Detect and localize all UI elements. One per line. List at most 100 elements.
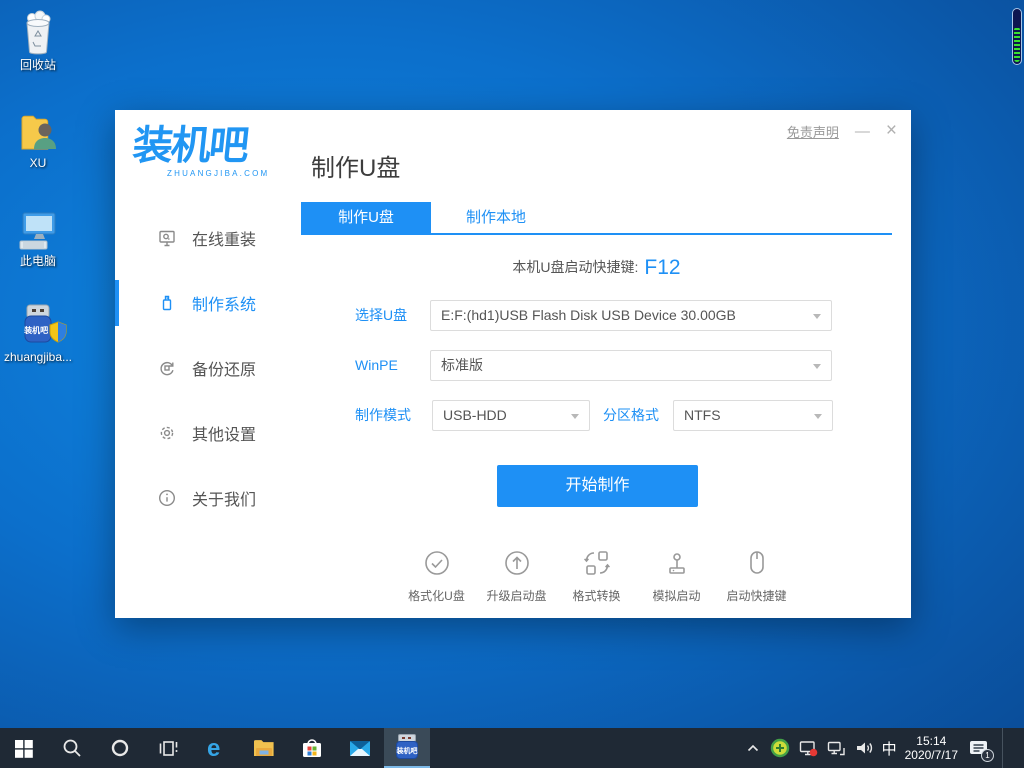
chevron-down-icon — [571, 414, 579, 419]
tool-upgrade-boot-disk[interactable]: 升级启动盘 — [477, 548, 557, 604]
monitor-reinstall-icon — [159, 230, 175, 247]
tool-boot-hotkeys[interactable]: 启动快捷键 — [717, 548, 797, 604]
partition-format-value: NTFS — [684, 407, 721, 423]
sidebar-item-label: 制作系统 — [192, 297, 257, 314]
minimize-button[interactable]: — — [855, 123, 870, 140]
boot-hotkey-value: F12 — [644, 256, 681, 279]
desktop-icon-label: XU — [29, 156, 47, 170]
usb-drive-icon — [162, 295, 172, 311]
make-mode-dropdown[interactable]: USB-HDD — [432, 400, 590, 431]
tool-format-usb[interactable]: 格式化U盘 — [397, 548, 477, 604]
tab-make-local[interactable]: 制作本地 — [431, 202, 561, 233]
store-icon — [303, 739, 321, 757]
usb-select-dropdown[interactable]: E:F:(hd1)USB Flash Disk USB Device 30.00… — [430, 300, 832, 331]
usb-app-icon-text: 装机吧 — [396, 748, 418, 755]
tab-bar: 制作U盘 制作本地 — [301, 202, 892, 235]
usb-select-value: E:F:(hd1)USB Flash Disk USB Device 30.00… — [441, 307, 736, 323]
taskbar-search-button[interactable] — [48, 728, 96, 768]
convert-icon — [583, 551, 610, 575]
mouse-icon — [749, 551, 764, 574]
page-title: 制作U盘 — [311, 155, 401, 182]
user-folder-icon — [2, 104, 74, 156]
window-controls: 免责声明 — × — [787, 120, 897, 142]
notification-count-badge: 1 — [981, 749, 994, 762]
usb-app-icon-text: 装机吧 — [24, 326, 49, 335]
level-gauge — [1012, 8, 1022, 65]
sidebar-item-other-settings[interactable]: 其他设置 — [115, 408, 301, 458]
app-logo-subtitle: ZHUANGJIBA.COM — [167, 169, 270, 178]
desktop-icon-zhuangjiba[interactable]: 装机吧 zhuangjiba... — [2, 298, 74, 364]
winpe-label: WinPE — [355, 357, 398, 373]
mail-button[interactable] — [336, 728, 384, 768]
make-mode-value: USB-HDD — [443, 407, 507, 423]
sidebar-item-label: 在线重装 — [192, 232, 257, 249]
svg-text:e: e — [207, 735, 220, 761]
tray-network-icon[interactable] — [826, 738, 846, 758]
app-logo-title: 装机吧 — [130, 124, 250, 168]
close-button[interactable]: × — [886, 120, 897, 142]
usb-select-label: 选择U盘 — [355, 307, 408, 323]
boot-hotkey-line: 本机U盘启动快捷键: F12 — [301, 256, 892, 280]
desktop-icon-label: 此电脑 — [19, 254, 56, 268]
sidebar-item-about-us[interactable]: 关于我们 — [115, 473, 301, 523]
sidebar-item-make-system[interactable]: 制作系统 — [115, 278, 301, 328]
sidebar-item-label: 其他设置 — [192, 427, 257, 444]
tray-volume-icon[interactable] — [854, 738, 874, 758]
winpe-value: 标准版 — [441, 357, 483, 373]
tray-clock[interactable]: 15:14 2020/7/17 — [905, 734, 958, 762]
backup-restore-icon — [160, 361, 174, 376]
recycle-bin-icon — [2, 6, 74, 58]
level-gauge-fill — [1014, 27, 1020, 62]
tool-label: 升级启动盘 — [486, 589, 547, 603]
taskbar: e 装机吧 中 15:14 2020/7/17 1 — [0, 728, 1024, 768]
tray-date: 2020/7/17 — [904, 748, 958, 762]
desktop-icon-xu-folder[interactable]: XU — [2, 104, 74, 170]
partition-format-dropdown[interactable]: NTFS — [673, 400, 833, 431]
file-explorer-icon — [254, 740, 274, 756]
sidebar-item-backup-restore[interactable]: 备份还原 — [115, 343, 301, 393]
this-pc-icon — [2, 202, 74, 254]
app-logo: 装机吧 ZHUANGJIBA.COM — [130, 124, 303, 178]
usb-app-icon: 装机吧 — [395, 734, 419, 760]
usb-app-icon: 装机吧 — [2, 298, 74, 350]
tray-screen-notification-icon[interactable] — [798, 738, 818, 758]
sidebar-item-online-reinstall[interactable]: 在线重装 — [115, 213, 301, 263]
taskbar-app-zhuangjiba[interactable]: 装机吧 — [384, 728, 430, 768]
microsoft-store-button[interactable] — [288, 728, 336, 768]
file-explorer-button[interactable] — [240, 728, 288, 768]
notification-center-button[interactable]: 1 — [966, 735, 994, 762]
partition-format-label: 分区格式 — [603, 407, 659, 423]
sidebar-item-label: 关于我们 — [192, 492, 257, 509]
tool-label: 格式化U盘 — [408, 589, 465, 603]
tool-label: 启动快捷键 — [726, 589, 787, 603]
show-desktop-button[interactable] — [1011, 728, 1016, 768]
chevron-down-icon — [814, 414, 822, 419]
winpe-dropdown[interactable]: 标准版 — [430, 350, 832, 381]
desktop-icon-this-pc[interactable]: 此电脑 — [2, 202, 74, 268]
start-make-button[interactable]: 开始制作 — [497, 465, 698, 507]
cortana-circle-icon — [111, 739, 129, 757]
tray-chevron-up-icon[interactable] — [744, 739, 762, 757]
cortana-button[interactable] — [96, 728, 144, 768]
footer-tools: 格式化U盘 升级启动盘 格式转换 模拟启动 启动快捷键 — [301, 548, 892, 604]
task-view-button[interactable] — [144, 728, 192, 768]
taskbar-divider — [1002, 728, 1003, 768]
start-button[interactable] — [0, 728, 48, 768]
joystick-icon — [668, 553, 685, 574]
edge-browser-button[interactable]: e — [192, 728, 240, 768]
boot-hotkey-label: 本机U盘启动快捷键: — [512, 259, 639, 275]
task-view-icon — [159, 741, 178, 756]
chevron-down-icon — [813, 364, 821, 369]
desktop: 回收站 XU 此电脑 装机吧 zhuangjiba... 装机吧 ZHUANGJ… — [0, 0, 1024, 768]
disclaimer-link[interactable]: 免责声明 — [787, 122, 839, 141]
search-icon — [63, 739, 81, 757]
tab-make-usb[interactable]: 制作U盘 — [301, 202, 431, 233]
desktop-icon-recycle-bin[interactable]: 回收站 — [2, 6, 74, 72]
tool-label: 格式转换 — [572, 589, 621, 603]
tool-simulate-boot[interactable]: 模拟启动 — [637, 548, 717, 604]
sidebar-item-label: 备份还原 — [192, 362, 257, 379]
tray-antivirus-icon[interactable] — [770, 738, 790, 758]
tool-format-convert[interactable]: 格式转换 — [557, 548, 637, 604]
tray-ime-indicator[interactable]: 中 — [882, 738, 897, 759]
info-icon — [158, 489, 176, 507]
